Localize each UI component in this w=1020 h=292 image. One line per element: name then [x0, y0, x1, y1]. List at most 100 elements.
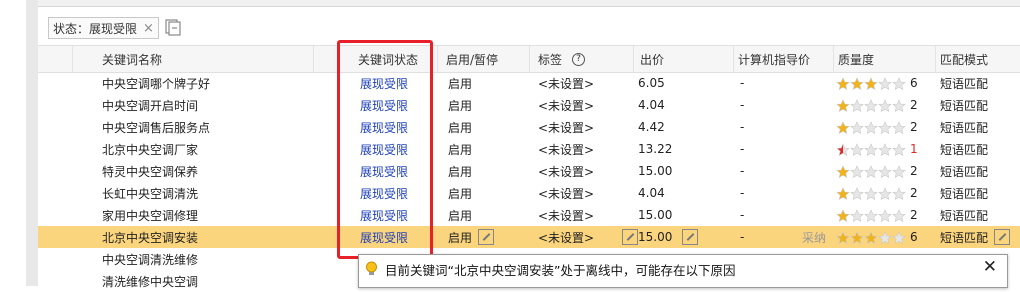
- match-mode-cell[interactable]: 短语匹配: [940, 182, 988, 204]
- enable-toggle[interactable]: 启用: [448, 226, 495, 248]
- table-row[interactable]: 长虹中央空调清洗 展现受限 启用 <未设置> 4.04 - 2 短语匹配: [38, 182, 1020, 204]
- keyword-name[interactable]: 中央空调清洗维修: [102, 248, 198, 270]
- keyword-status[interactable]: 展现受限: [360, 182, 408, 204]
- tooltip-message: 目前关键词“北京中央空调安装”处于离线中，可能存在以下原因: [385, 263, 736, 278]
- enable-text: 启用: [448, 120, 473, 135]
- tag-cell[interactable]: <未设置>: [538, 72, 594, 94]
- tag-cell[interactable]: <未设置>: [538, 116, 594, 138]
- keyword-name[interactable]: 中央空调哪个牌子好: [102, 72, 210, 94]
- keyword-name[interactable]: 家用中央空调修理: [102, 204, 198, 226]
- table-row[interactable]: 北京中央空调安装 展现受限 启用 <未设置> 15.00 - 采纳 6 短语匹配: [38, 226, 1020, 248]
- match-mode-cell[interactable]: 短语匹配: [940, 138, 988, 160]
- edit-icon[interactable]: [622, 229, 638, 245]
- quality-cell: 2: [836, 204, 918, 226]
- clear-filter-icon[interactable]: [164, 18, 182, 36]
- keyword-name[interactable]: 中央空调开启时间: [102, 94, 198, 116]
- enable-text: 启用: [448, 186, 473, 201]
- keyword-name-text: 中央空调售后服务点: [102, 120, 211, 135]
- bid-cell[interactable]: 15.00: [638, 204, 672, 226]
- keyword-name[interactable]: 长虹中央空调清洗: [102, 182, 198, 204]
- header-guide-price[interactable]: 计算机指导价: [734, 46, 834, 72]
- header-keyword-name[interactable]: 关键词名称: [72, 46, 314, 72]
- keyword-name-text: 家用中央空调修理: [102, 208, 199, 223]
- tag-text: <未设置>: [538, 208, 595, 223]
- enable-toggle[interactable]: 启用: [448, 182, 472, 204]
- table-row[interactable]: 家用中央空调修理 展现受限 启用 <未设置> 15.00 - 2 短语匹配: [38, 204, 1020, 226]
- match-mode-cell[interactable]: 短语匹配: [940, 226, 1011, 248]
- table-row[interactable]: 中央空调哪个牌子好 展现受限 启用 <未设置> 6.05 - 6 短语匹配: [38, 72, 1020, 94]
- bid-text: 6.05: [638, 76, 665, 90]
- filter-chip-close-icon[interactable]: ×: [143, 21, 154, 36]
- keyword-status[interactable]: 展现受限: [360, 226, 408, 248]
- keyword-status[interactable]: 展现受限: [360, 94, 408, 116]
- enable-toggle[interactable]: 启用: [448, 160, 472, 182]
- tag-cell[interactable]: <未设置>: [538, 204, 594, 226]
- match-mode-text: 短语匹配: [940, 208, 989, 223]
- table-row[interactable]: 中央空调售后服务点 展现受限 启用 <未设置> 4.42 - 2 短语匹配: [38, 116, 1020, 138]
- edit-icon[interactable]: [994, 229, 1011, 245]
- keyword-status[interactable]: 展现受限: [360, 138, 408, 160]
- quality-cell: 2: [836, 116, 918, 138]
- quality-stars: [836, 142, 906, 156]
- enable-toggle[interactable]: 启用: [448, 204, 472, 226]
- quality-stars: [836, 76, 906, 90]
- header-match-mode[interactable]: 匹配模式: [936, 46, 1020, 72]
- bid-cell[interactable]: 4.04: [638, 182, 665, 204]
- quality-stars: [836, 164, 906, 178]
- bid-cell[interactable]: 4.42: [638, 116, 665, 138]
- quality-cell: 1: [836, 138, 918, 160]
- match-mode-cell[interactable]: 短语匹配: [940, 116, 988, 138]
- panel-divider[interactable]: [26, 0, 38, 286]
- filter-chip-status[interactable]: 状态：展现受限 ×: [48, 17, 159, 39]
- tag-cell[interactable]: <未设置>: [538, 94, 594, 116]
- tag-cell[interactable]: <未设置>: [538, 160, 594, 182]
- enable-text: 启用: [448, 230, 473, 245]
- help-icon[interactable]: ?: [572, 52, 586, 66]
- keyword-name-text: 特灵中央空调保养: [102, 164, 199, 179]
- edit-icon[interactable]: [478, 229, 495, 245]
- enable-toggle[interactable]: 启用: [448, 94, 472, 116]
- keyword-name[interactable]: 北京中央空调厂家: [102, 138, 198, 160]
- edit-icon[interactable]: [682, 229, 699, 245]
- adopt-link[interactable]: 采纳: [802, 226, 826, 248]
- match-mode-cell[interactable]: 短语匹配: [940, 94, 988, 116]
- tag-text: <未设置>: [538, 98, 595, 113]
- enable-toggle[interactable]: 启用: [448, 116, 472, 138]
- keyword-status[interactable]: 展现受限: [360, 160, 408, 182]
- tag-cell[interactable]: <未设置>: [538, 226, 594, 248]
- tag-edit-cell[interactable]: [616, 226, 638, 248]
- lightbulb-icon: [365, 261, 378, 277]
- table-row[interactable]: 北京中央空调厂家 展现受限 启用 <未设置> 13.22 - 1 短语匹配: [38, 138, 1020, 160]
- bid-cell[interactable]: 6.05: [638, 72, 665, 94]
- bid-cell[interactable]: 4.04: [638, 94, 665, 116]
- keyword-status[interactable]: 展现受限: [360, 116, 408, 138]
- keyword-name[interactable]: 北京中央空调安装: [102, 226, 198, 248]
- quality-cell: 2: [836, 182, 918, 204]
- header-tag[interactable]: 标签 ?: [530, 46, 634, 72]
- table-row[interactable]: 特灵中央空调保养 展现受限 启用 <未设置> 15.00 - 2 短语匹配: [38, 160, 1020, 182]
- match-mode-cell[interactable]: 短语匹配: [940, 72, 988, 94]
- guide-price-cell: -: [740, 226, 744, 248]
- match-mode-cell[interactable]: 短语匹配: [940, 204, 988, 226]
- tag-cell[interactable]: <未设置>: [538, 138, 594, 160]
- bid-cell[interactable]: 13.22: [638, 138, 672, 160]
- enable-toggle[interactable]: 启用: [448, 72, 472, 94]
- table-row[interactable]: 中央空调开启时间 展现受限 启用 <未设置> 4.04 - 2 短语匹配: [38, 94, 1020, 116]
- keyword-name[interactable]: 特灵中央空调保养: [102, 160, 198, 182]
- keyword-name[interactable]: 中央空调售后服务点: [102, 116, 210, 138]
- tooltip-close-icon[interactable]: ✕: [983, 257, 997, 277]
- header-enable[interactable]: 启用/暂停: [438, 46, 530, 72]
- bid-cell[interactable]: 15.00: [638, 160, 672, 182]
- keyword-name[interactable]: 清洗维修中央空调: [102, 270, 198, 292]
- header-bid[interactable]: 出价: [634, 46, 734, 72]
- header-quality[interactable]: 质量度: [834, 46, 936, 72]
- keyword-status[interactable]: 展现受限: [360, 72, 408, 94]
- guide-price-cell: -: [740, 138, 744, 160]
- match-mode-cell[interactable]: 短语匹配: [940, 160, 988, 182]
- tag-cell[interactable]: <未设置>: [538, 182, 594, 204]
- quality-cell: 6: [836, 72, 918, 94]
- bid-cell[interactable]: 15.00: [638, 226, 699, 248]
- keyword-status[interactable]: 展现受限: [360, 204, 408, 226]
- enable-toggle[interactable]: 启用: [448, 138, 472, 160]
- header-keyword-status[interactable]: 关键词状态: [352, 46, 438, 72]
